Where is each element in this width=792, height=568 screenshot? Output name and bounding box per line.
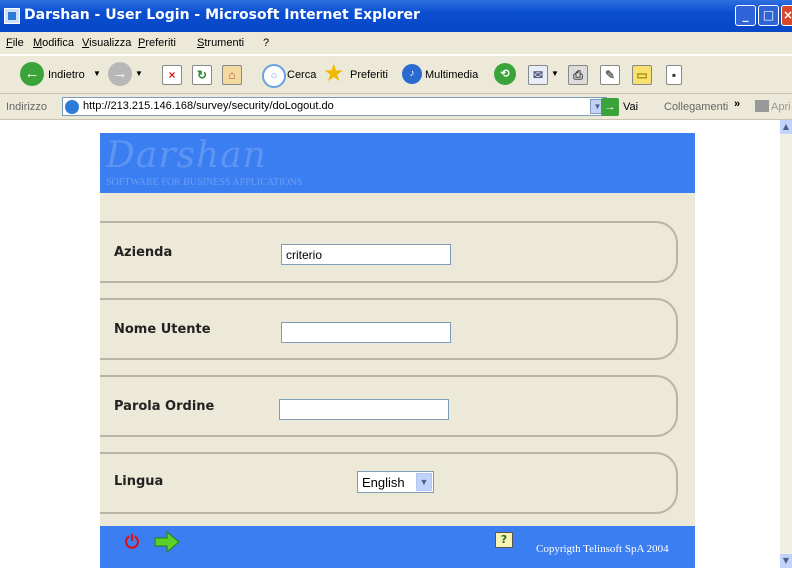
scroll-up-icon[interactable]: ▲ <box>780 120 792 134</box>
menu-modifica[interactable]: Modifica <box>33 37 74 49</box>
stop-icon[interactable]: × <box>162 65 182 85</box>
messenger-icon[interactable]: ▪ <box>666 65 682 85</box>
azienda-label: Azienda <box>114 245 173 260</box>
chevron-down-icon[interactable]: ▼ <box>416 473 432 491</box>
mail-icon[interactable]: ✉ <box>528 65 548 85</box>
menu-strumenti[interactable]: Strumenti <box>197 37 244 49</box>
vertical-scrollbar[interactable]: ▲ ▼ <box>780 120 792 568</box>
minimize-button[interactable]: _ <box>735 5 756 26</box>
back-button-label[interactable]: Indietro <box>48 69 85 81</box>
address-url[interactable]: http://213.215.146.168/survey/security/d… <box>83 100 334 112</box>
menu-help[interactable]: ? <box>263 37 269 49</box>
search-icon[interactable]: ○ <box>262 64 286 88</box>
apri-label[interactable]: Apri <box>771 101 791 113</box>
menu-file[interactable]: File <box>6 37 24 49</box>
lingua-select[interactable]: English ▼ <box>357 471 434 493</box>
home-icon[interactable]: ⌂ <box>222 65 242 85</box>
go-button-label[interactable]: Vai <box>623 101 638 113</box>
history-icon[interactable]: ⟲ <box>494 63 516 85</box>
parola-ordine-label: Parola Ordine <box>114 399 215 414</box>
print-icon[interactable]: ⎙ <box>568 65 588 85</box>
lingua-panel: Lingua English ▼ <box>100 452 678 514</box>
back-dropdown-icon[interactable]: ▼ <box>93 69 101 78</box>
address-bar: Indirizzo http://213.215.146.168/survey/… <box>0 94 792 120</box>
login-arrow-icon[interactable] <box>154 531 180 553</box>
back-arrow-icon[interactable]: ← <box>20 62 44 86</box>
parola-ordine-panel: Parola Ordine <box>100 375 678 437</box>
lingua-selected-value[interactable]: English <box>362 475 405 490</box>
edit-icon[interactable]: ✎ <box>600 65 620 85</box>
go-arrow-icon[interactable]: → <box>601 98 619 116</box>
forward-arrow-icon[interactable]: → <box>108 62 132 86</box>
azienda-input[interactable]: criterio <box>281 244 451 265</box>
refresh-icon[interactable]: ↻ <box>192 65 212 85</box>
mail-dropdown-icon[interactable]: ▼ <box>551 69 559 78</box>
favorites-star-icon[interactable]: ★ <box>323 61 345 87</box>
nome-utente-panel: Nome Utente <box>100 298 678 360</box>
menu-preferiti[interactable]: Preferiti <box>138 37 176 49</box>
brand-logo: Darshan <box>106 135 267 176</box>
azienda-panel: Azienda criterio <box>100 221 678 283</box>
links-label[interactable]: Collegamenti <box>664 101 728 113</box>
window-title: Darshan - User Login - Microsoft Interne… <box>24 7 420 23</box>
ie-page-icon <box>4 8 20 24</box>
multimedia-icon[interactable]: ♪ <box>402 64 422 84</box>
address-input[interactable]: http://213.215.146.168/survey/security/d… <box>62 97 607 116</box>
ie-page-icon <box>65 100 79 114</box>
parola-ordine-input[interactable] <box>279 399 449 420</box>
folder-icon <box>755 100 769 112</box>
window-titlebar: Darshan - User Login - Microsoft Interne… <box>0 0 792 32</box>
address-label: Indirizzo <box>6 101 47 113</box>
links-chevron-icon[interactable]: » <box>734 98 740 110</box>
copyright-text: Copyrigth Telinsoft SpA 2004 <box>536 543 669 555</box>
search-button-label[interactable]: Cerca <box>287 69 316 81</box>
favorites-button-label[interactable]: Preferiti <box>350 69 388 81</box>
maximize-button[interactable]: □ <box>758 5 779 26</box>
login-page: Darshan SOFTWARE FOR BUSINESS APPLICATIO… <box>100 133 695 568</box>
menu-bar: File Modifica Visualizza Preferiti Strum… <box>0 32 792 84</box>
footer-bar: ⏻ ? Copyrigth Telinsoft SpA 2004 <box>100 526 695 568</box>
nome-utente-label: Nome Utente <box>114 322 211 337</box>
close-button[interactable]: × <box>781 5 792 26</box>
nome-utente-input[interactable] <box>281 322 451 343</box>
help-icon[interactable]: ? <box>495 532 513 548</box>
brand-tagline: SOFTWARE FOR BUSINESS APPLICATIONS <box>106 177 303 188</box>
discuss-icon[interactable]: ▭ <box>632 65 652 85</box>
browser-toolbar: ← Indietro ▼ → ▼ × ↻ ⌂ ○ Cerca ★ Preferi… <box>0 55 792 94</box>
menu-visualizza[interactable]: Visualizza <box>82 37 131 49</box>
scroll-down-icon[interactable]: ▼ <box>780 554 792 568</box>
brand-banner: Darshan SOFTWARE FOR BUSINESS APPLICATIO… <box>100 133 695 193</box>
multimedia-button-label[interactable]: Multimedia <box>425 69 478 81</box>
lingua-label: Lingua <box>114 474 164 489</box>
logout-power-icon[interactable]: ⏻ <box>122 533 142 553</box>
forward-dropdown-icon[interactable]: ▼ <box>135 69 143 78</box>
